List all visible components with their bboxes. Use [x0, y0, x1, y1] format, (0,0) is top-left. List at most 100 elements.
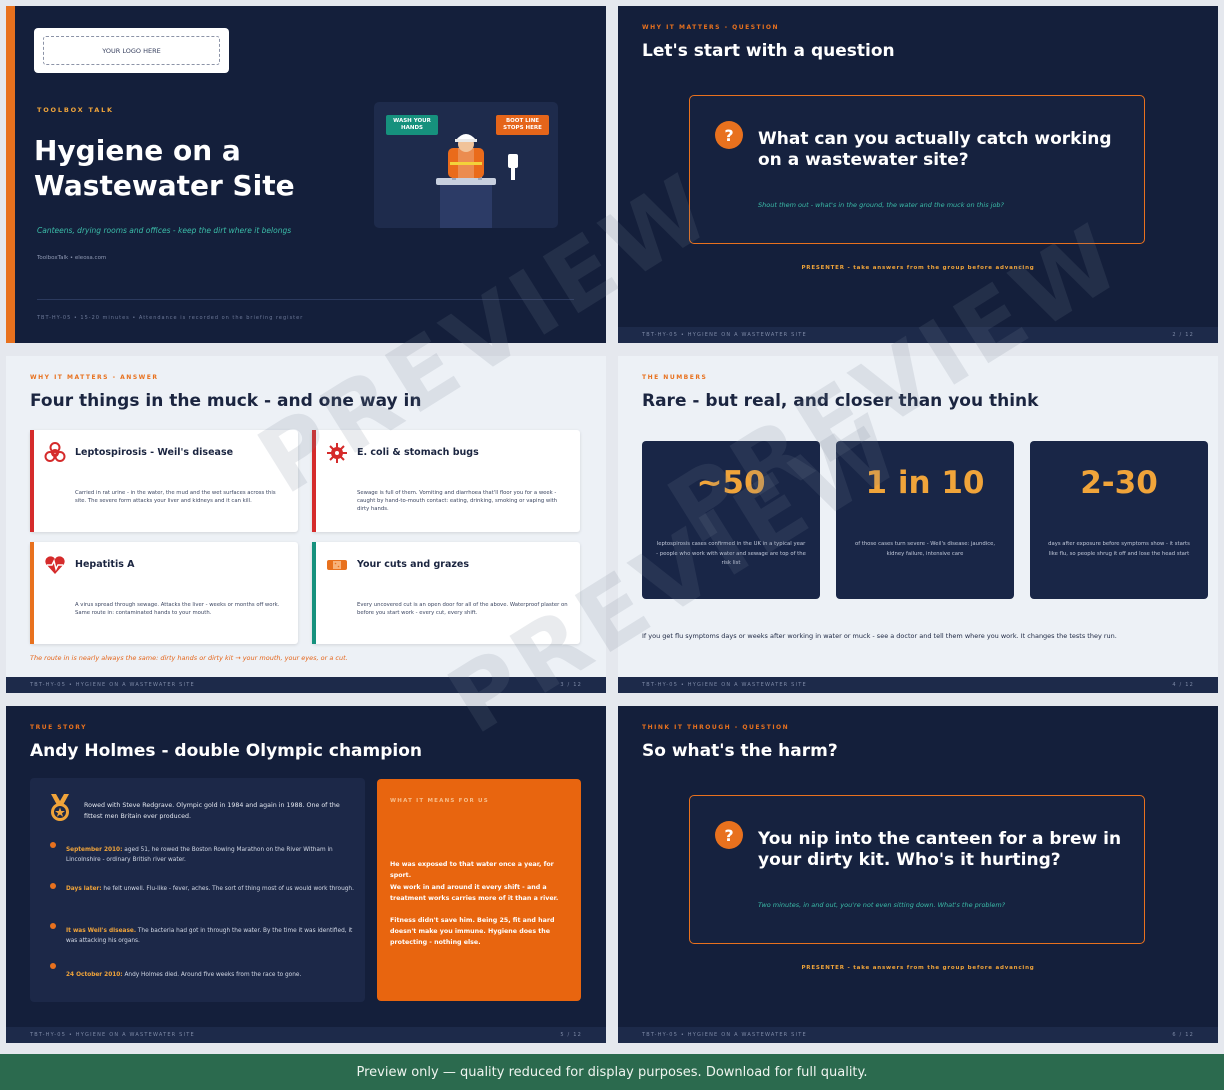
stat-card: ~50 leptospirosis cases confirmed in the…: [642, 441, 820, 599]
accent-bar: [6, 6, 15, 343]
slide-subtitle: Canteens, drying rooms and offices - kee…: [37, 226, 292, 235]
card-body: Carried in rat urine - in the water, the…: [75, 490, 276, 504]
question-card: ? You nip into the canteen for a brew in…: [689, 795, 1145, 944]
slide-3-answer[interactable]: WHY IT MATTERS - ANSWER Four things in t…: [6, 356, 606, 693]
question-hint: Two minutes, in and out, you're not even…: [758, 901, 1006, 909]
worker-illustration: WASH YOUR HANDS BOOT LINE STOPS HERE: [374, 102, 558, 228]
footer-text: TBT-HY-05 • HYGIENE ON A WASTEWATER SITE: [642, 682, 807, 688]
logo-text: YOUR LOGO HERE: [102, 46, 161, 55]
slide-footer: TBT-HY-05 • HYGIENE ON A WASTEWATER SITE…: [6, 677, 606, 693]
stat-card: 2-30 days after exposure before symptoms…: [1030, 441, 1208, 599]
slide-title: Hygiene on a Wastewater Site: [34, 134, 295, 202]
card-title: Your cuts and grazes: [357, 559, 469, 570]
divider: [37, 299, 574, 300]
timeline-dot: [50, 842, 56, 848]
timeline-item: September 2010: aged 51, he rowed the Bo…: [66, 846, 354, 865]
plaster-icon: [327, 560, 347, 570]
footer-text: TBT-HY-05 • HYGIENE ON A WASTEWATER SITE: [30, 682, 195, 688]
slide-kicker: TOOLBOX TALK: [37, 106, 114, 114]
stat-value: ~50: [696, 465, 766, 501]
story-intro: Rowed with Steve Redgrave. Olympic gold …: [84, 802, 340, 820]
slide-2-question[interactable]: WHY IT MATTERS - QUESTION Let's start wi…: [618, 6, 1218, 343]
page-number: 4 / 12: [1172, 682, 1194, 688]
worker-icon: [436, 134, 518, 228]
meaning-paragraph: Fitness didn't save him. Being 25, fit a…: [390, 917, 555, 946]
slide-kicker: THINK IT THROUGH - QUESTION: [642, 724, 790, 731]
card-body: A virus spread through sewage. Attacks t…: [75, 602, 280, 616]
card-accent: [30, 542, 34, 644]
page-number: 2 / 12: [1172, 332, 1194, 338]
question-hint: Shout them out - what's in the ground, t…: [758, 201, 1005, 209]
slide-1-title[interactable]: YOUR LOGO HERE TOOLBOX TALK Hygiene on a…: [6, 6, 606, 343]
card-accent: [312, 542, 316, 644]
card-title: Hepatitis A: [75, 559, 135, 570]
timeline-dot: [50, 923, 56, 929]
slide-6-question[interactable]: THINK IT THROUGH - QUESTION So what's th…: [618, 706, 1218, 1043]
timeline-date: September 2010:: [66, 847, 123, 853]
card-accent: [312, 430, 316, 532]
card-body: Every uncovered cut is an open door for …: [357, 602, 568, 616]
stat-card: 1 in 10 of those cases turn severe - Wei…: [836, 441, 1014, 599]
timeline-date: Days later:: [66, 886, 102, 892]
stat-caption: of those cases turn severe - Weil's dise…: [854, 541, 996, 557]
symptom-note: If you get flu symptoms days or weeks af…: [642, 632, 1117, 640]
disease-card: E. coli & stomach bugs Sewage is full of…: [312, 430, 580, 532]
question-mark-icon: ?: [715, 821, 743, 849]
stat-caption: days after exposure before symptoms show…: [1048, 541, 1190, 557]
timeline-dot: [50, 883, 56, 889]
timeline-item: It was Weil's disease. The bacteria had …: [66, 927, 354, 946]
biohazard-icon: [44, 442, 66, 462]
timeline-item: 24 October 2010: Andy Holmes died. Aroun…: [66, 971, 354, 981]
presenter-note: PRESENTER - take answers from the group …: [801, 265, 1035, 271]
question-mark-icon: ?: [715, 121, 743, 149]
slide-footer: TBT-HY-05 • HYGIENE ON A WASTEWATER SITE…: [618, 1027, 1218, 1043]
slide-5-true-story[interactable]: TRUE STORY Andy Holmes - double Olympic …: [6, 706, 606, 1043]
timeline-item: Days later: he felt unwell. Flu-like - f…: [66, 885, 354, 895]
card-title: Leptospirosis - Weil's disease: [75, 447, 234, 458]
route-note: The route in is nearly always the same: …: [30, 654, 348, 662]
presenter-note: PRESENTER - take answers from the group …: [801, 965, 1035, 971]
page-number: 6 / 12: [1172, 1032, 1194, 1038]
timeline-dot: [50, 963, 56, 969]
medal-icon: [51, 794, 69, 821]
stat-value: 2-30: [1080, 465, 1158, 501]
footer-text: TBT-HY-05 • HYGIENE ON A WASTEWATER SITE: [642, 332, 807, 338]
timeline-date: It was Weil's disease.: [66, 928, 137, 934]
slide-title: Rare - but real, and closer than you thi…: [642, 391, 1039, 411]
slide-title: Let's start with a question: [642, 41, 895, 61]
meaning-paragraph: We work in and around it every shift - a…: [390, 884, 559, 902]
story-panel: Rowed with Steve Redgrave. Olympic gold …: [30, 778, 365, 1002]
slide-title: Four things in the muck - and one way in: [30, 391, 422, 411]
slide-kicker: WHY IT MATTERS - ANSWER: [30, 374, 159, 381]
meaning-panel: WHAT IT MEANS FOR US He was exposed to t…: [377, 779, 581, 1001]
question-text: What can you actually catch working on a…: [758, 129, 1112, 170]
slide-kicker: THE NUMBERS: [642, 374, 708, 381]
card-title: E. coli & stomach bugs: [357, 447, 479, 458]
slide-title: So what's the harm?: [642, 741, 838, 761]
footer-text: TBT-HY-05 • HYGIENE ON A WASTEWATER SITE: [642, 1032, 807, 1038]
disease-card: Hepatitis A A virus spread through sewag…: [30, 542, 298, 644]
card-accent: [30, 430, 34, 532]
logo-placeholder: YOUR LOGO HERE: [34, 28, 229, 73]
page-number: 5 / 12: [560, 1032, 582, 1038]
timeline-text: he felt unwell. Flu-like - fever, aches.…: [101, 886, 354, 892]
timeline-text: Andy Holmes died. Around five weeks from…: [122, 972, 302, 978]
page-number: 3 / 12: [560, 682, 582, 688]
disease-card: Your cuts and grazes Every uncovered cut…: [312, 542, 580, 644]
question-text: You nip into the canteen for a brew in y…: [758, 829, 1122, 870]
stat-caption: leptospirosis cases confirmed in the UK …: [656, 541, 806, 566]
question-card: ? What can you actually catch working on…: [689, 95, 1145, 244]
timeline-date: 24 October 2010:: [66, 972, 123, 978]
slide-foot: TBT-HY-05 • 15-20 minutes • Attendance i…: [37, 315, 304, 321]
slide-kicker: WHY IT MATTERS - QUESTION: [642, 24, 780, 31]
disease-card: Leptospirosis - Weil's disease Carried i…: [30, 430, 298, 532]
meaning-paragraph: He was exposed to that water once a year…: [390, 861, 554, 879]
heart-pulse-icon: [45, 556, 65, 574]
slide-4-numbers[interactable]: THE NUMBERS Rare - but real, and closer …: [618, 356, 1218, 693]
slide-title: Andy Holmes - double Olympic champion: [30, 741, 423, 761]
slide-footer: TBT-HY-05 • HYGIENE ON A WASTEWATER SITE…: [618, 677, 1218, 693]
slide-meta: ToolboxTalk • eleosa.com: [37, 255, 107, 261]
preview-banner: Preview only — quality reduced for displ…: [0, 1054, 1224, 1090]
meaning-kicker: WHAT IT MEANS FOR US: [390, 798, 489, 804]
slide-kicker: TRUE STORY: [30, 724, 87, 731]
